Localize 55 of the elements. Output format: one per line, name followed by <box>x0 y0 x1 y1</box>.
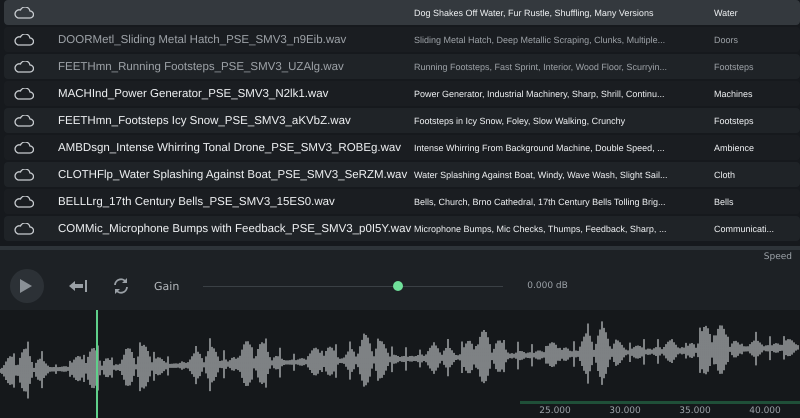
file-row[interactable]: AMBDsgn_Intense Whirring Tonal Drone_PSE_SMV3_ROBEg.wav Intense Whirring From Background Machine, Double Speed, ... Ambience <box>4 135 800 160</box>
time-tick: 30.000 <box>609 406 641 416</box>
cloud-icon[interactable] <box>14 60 34 72</box>
cloud-icon[interactable] <box>14 222 34 234</box>
category: Footsteps <box>714 116 754 126</box>
description: Microphone Bumps, Mic Checks, Thumps, Feedback, Sharp, ... <box>414 224 668 234</box>
gain-reading: 0.000 dB <box>527 281 568 291</box>
category: Footsteps <box>714 62 754 72</box>
cloud-icon[interactable] <box>14 34 34 46</box>
filename: DOORMetl_Sliding Metal Hatch_PSE_SMV3_n9Eib.wav <box>58 34 346 46</box>
filename: FEETHmn_Footsteps Icy Snow_PSE_SMV3_aKVbZ.wav <box>58 114 351 126</box>
cloud-icon[interactable] <box>14 114 34 126</box>
filename: CLOTHFlp_Water Splashing Against Boat_PSE_SMV3_SeRZM.wav <box>58 168 408 180</box>
description: Water Splashing Against Boat, Windy, Wave Wash, Slight Sail... <box>414 170 668 180</box>
filename: BELLLrg_17th Century Bells_PSE_SMV3_15ES0.wav <box>58 196 335 208</box>
play-button[interactable] <box>10 269 44 303</box>
file-row[interactable]: Dog Shakes Off Water, Fur Rustle, Shuffling, Many Versions Water <box>4 0 800 25</box>
cloud-icon[interactable] <box>14 168 34 180</box>
file-row[interactable]: FEETHmn_Footsteps Icy Snow_PSE_SMV3_aKVbZ.wav Footsteps in Icy Snow, Foley, Slow Walking, Crunchy Footsteps <box>4 108 800 133</box>
description: Bells, Church, Brno Cathedral, 17th Century Bells Tolling Brig... <box>414 196 666 206</box>
category: Communicati... <box>714 224 774 234</box>
cloud-icon[interactable] <box>14 6 34 18</box>
description: Footsteps in Icy Snow, Foley, Slow Walking, Crunchy <box>414 116 626 126</box>
cloud-icon[interactable] <box>14 196 34 208</box>
speed-label: Speed <box>764 252 792 262</box>
file-row[interactable]: COMMic_Microphone Bumps with Feedback_PSE_SMV3_p0I5Y.wav Microphone Bumps, Mic Checks, Thumps, Feedback, Sharp, ... Communicati... <box>4 216 800 241</box>
description: Dog Shakes Off Water, Fur Rustle, Shuffling, Many Versions <box>414 8 654 18</box>
time-tick: 40.000 <box>749 406 781 416</box>
play-icon <box>19 278 33 294</box>
description: Power Generator, Industrial Machinery, Sharp, Shrill, Continu... <box>414 88 666 98</box>
category: Water <box>714 8 738 18</box>
loop-icon[interactable] <box>112 277 130 295</box>
gain-label: Gain <box>154 280 180 292</box>
filename: FEETHmn_Running Footsteps_PSE_SMV3_UZAlg.wav <box>58 60 344 72</box>
category: Cloth <box>714 170 736 180</box>
file-row[interactable]: MACHInd_Power Generator_PSE_SMV3_N2lk1.wav Power Generator, Industrial Machinery, Sharp, Shrill, Continu... Machines <box>4 81 800 106</box>
cloud-icon[interactable] <box>14 142 34 154</box>
skip-to-start-icon[interactable] <box>68 279 88 293</box>
filename: AMBDsgn_Intense Whirring Tonal Drone_PSE_SMV3_ROBEg.wav <box>58 142 402 154</box>
file-row[interactable]: DOORMetl_Sliding Metal Hatch_PSE_SMV3_n9Eib.wav Sliding Metal Hatch, Deep Metallic Scraping, Clunks, Multiple... Doors <box>4 27 800 52</box>
filename: COMMic_Microphone Bumps with Feedback_PSE_SMV3_p0I5Y.wav <box>58 222 412 234</box>
category: Machines <box>714 88 753 98</box>
time-tick: 25.000 <box>539 406 571 416</box>
description: Running Footsteps, Fast Sprint, Interior, Wood Floor, Scurryin... <box>414 62 668 72</box>
filename: MACHInd_Power Generator_PSE_SMV3_N2lk1.wav <box>58 88 328 100</box>
category: Bells <box>714 196 734 206</box>
file-row[interactable]: FEETHmn_Running Footsteps_PSE_SMV3_UZAlg.wav Running Footsteps, Fast Sprint, Interior, Wood Floor, Scurryin... Footsteps <box>4 54 800 79</box>
time-tick: 35.000 <box>679 406 711 416</box>
file-row[interactable]: CLOTHFlp_Water Splashing Against Boat_PSE_SMV3_SeRZM.wav Water Splashing Against Boat, Windy, Wave Wash, Slight Sail... Cloth <box>4 162 800 187</box>
category: Ambience <box>714 142 754 152</box>
cloud-icon[interactable] <box>14 88 34 100</box>
file-row[interactable]: BELLLrg_17th Century Bells_PSE_SMV3_15ES0.wav Bells, Church, Brno Cathedral, 17th Century Bells Tolling Brig... Bells <box>4 189 800 214</box>
description: Sliding Metal Hatch, Deep Metallic Scraping, Clunks, Multiple... <box>414 34 666 44</box>
category: Doors <box>714 34 738 44</box>
description: Intense Whirring From Background Machine, Double Speed, ... <box>414 142 666 152</box>
